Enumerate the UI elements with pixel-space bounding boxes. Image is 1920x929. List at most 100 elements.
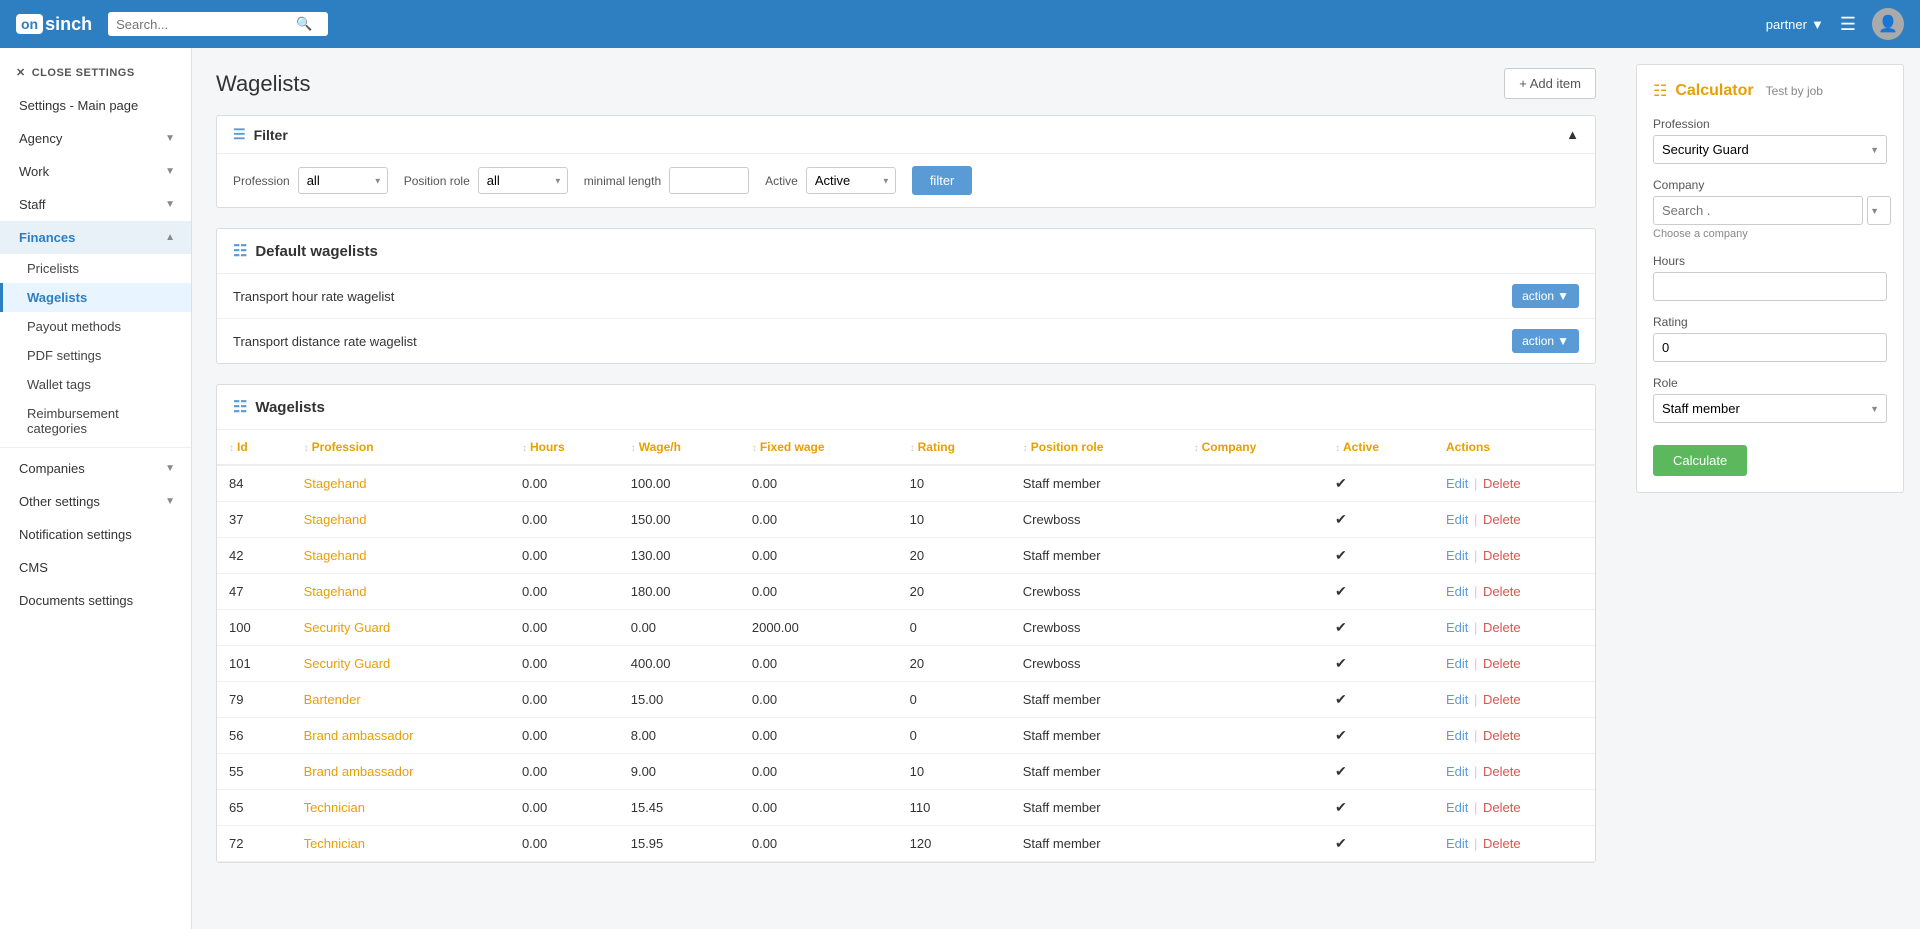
- profession-link-6[interactable]: Bartender: [304, 692, 361, 707]
- edit-link-0[interactable]: Edit: [1446, 476, 1468, 491]
- sidebar-item-documents-settings[interactable]: Documents settings: [0, 584, 191, 617]
- sidebar-item-companies[interactable]: Companies ▼: [0, 452, 191, 485]
- profession-link-7[interactable]: Brand ambassador: [304, 728, 414, 743]
- sort-rating-icon: ↕: [910, 443, 915, 454]
- calc-rating-input[interactable]: [1653, 333, 1887, 362]
- edit-link-1[interactable]: Edit: [1446, 512, 1468, 527]
- col-header-active[interactable]: ↕Active: [1323, 430, 1434, 465]
- cell-id-2: 42: [217, 538, 292, 574]
- default-row-1: Transport distance rate wagelist action …: [217, 319, 1595, 363]
- edit-link-2[interactable]: Edit: [1446, 548, 1468, 563]
- sidebar-item-finances[interactable]: Finances ▲: [0, 221, 191, 254]
- calc-company-dropdown[interactable]: [1867, 196, 1891, 225]
- col-header-fixed-wage[interactable]: ↕Fixed wage: [740, 430, 898, 465]
- user-avatar[interactable]: 👤: [1872, 8, 1904, 40]
- profession-link-9[interactable]: Technician: [304, 800, 365, 815]
- sidebar-item-other-settings[interactable]: Other settings ▼: [0, 485, 191, 518]
- filter-profession-select[interactable]: all: [298, 167, 388, 194]
- calc-profession-select-wrap: Security Guard: [1653, 135, 1887, 164]
- filter-button[interactable]: filter: [912, 166, 973, 195]
- sidebar-item-agency[interactable]: Agency ▼: [0, 122, 191, 155]
- delete-link-6[interactable]: Delete: [1483, 692, 1521, 707]
- delete-link-3[interactable]: Delete: [1483, 584, 1521, 599]
- col-header-wage-h[interactable]: ↕Wage/h: [619, 430, 740, 465]
- sidebar-sub-wallet-tags[interactable]: Wallet tags: [0, 370, 191, 399]
- delete-link-5[interactable]: Delete: [1483, 656, 1521, 671]
- filter-active-select[interactable]: Active: [806, 167, 896, 194]
- delete-link-10[interactable]: Delete: [1483, 836, 1521, 851]
- cell-wage-h-10: 15.95: [619, 826, 740, 862]
- delete-link-1[interactable]: Delete: [1483, 512, 1521, 527]
- cell-position-role-2: Staff member: [1011, 538, 1182, 574]
- delete-link-2[interactable]: Delete: [1483, 548, 1521, 563]
- cell-wage-h-3: 180.00: [619, 574, 740, 610]
- sidebar-item-settings-main[interactable]: Settings - Main page: [0, 89, 191, 122]
- col-header-hours[interactable]: ↕Hours: [510, 430, 619, 465]
- delete-link-0[interactable]: Delete: [1483, 476, 1521, 491]
- sidebar-sub-pricelists[interactable]: Pricelists: [0, 254, 191, 283]
- filter-position-role-select[interactable]: all: [478, 167, 568, 194]
- search-input[interactable]: [116, 17, 296, 32]
- sidebar-item-staff[interactable]: Staff ▼: [0, 188, 191, 221]
- delete-link-8[interactable]: Delete: [1483, 764, 1521, 779]
- edit-link-4[interactable]: Edit: [1446, 620, 1468, 635]
- edit-link-9[interactable]: Edit: [1446, 800, 1468, 815]
- profession-link-10[interactable]: Technician: [304, 836, 365, 851]
- sidebar-item-notification-settings[interactable]: Notification settings: [0, 518, 191, 551]
- edit-link-7[interactable]: Edit: [1446, 728, 1468, 743]
- default-row-1-action-button[interactable]: action ▼: [1512, 329, 1579, 353]
- cell-hours-4: 0.00: [510, 610, 619, 646]
- sidebar-sub-pdf-settings[interactable]: PDF settings: [0, 341, 191, 370]
- search-bar[interactable]: 🔍: [108, 12, 328, 36]
- calculate-button[interactable]: Calculate: [1653, 445, 1747, 476]
- cell-fixed-wage-6: 0.00: [740, 682, 898, 718]
- split-view-icon[interactable]: ☰: [1840, 14, 1856, 35]
- profession-link-8[interactable]: Brand ambassador: [304, 764, 414, 779]
- edit-link-3[interactable]: Edit: [1446, 584, 1468, 599]
- profession-link-4[interactable]: Security Guard: [304, 620, 391, 635]
- cell-position-role-6: Staff member: [1011, 682, 1182, 718]
- delete-link-7[interactable]: Delete: [1483, 728, 1521, 743]
- col-header-profession[interactable]: ↕Profession: [292, 430, 510, 465]
- logo-sinch: sinch: [45, 14, 92, 35]
- active-check-icon: ✔: [1335, 727, 1347, 743]
- edit-link-10[interactable]: Edit: [1446, 836, 1468, 851]
- default-row-0-action-button[interactable]: action ▼: [1512, 284, 1579, 308]
- search-icon: 🔍: [296, 16, 312, 32]
- col-header-company[interactable]: ↕Company: [1182, 430, 1323, 465]
- filter-header[interactable]: ☰ Filter ▲: [217, 116, 1595, 153]
- logo[interactable]: onsinch: [16, 14, 92, 35]
- delete-link-4[interactable]: Delete: [1483, 620, 1521, 635]
- sidebar-sub-reimbursement[interactable]: Reimbursement categories: [0, 399, 191, 443]
- sidebar-sub-wagelists[interactable]: Wagelists: [0, 283, 191, 312]
- calc-profession-select[interactable]: Security Guard: [1653, 135, 1887, 164]
- col-header-rating[interactable]: ↕Rating: [898, 430, 1011, 465]
- sidebar-item-work[interactable]: Work ▼: [0, 155, 191, 188]
- profession-link-5[interactable]: Security Guard: [304, 656, 391, 671]
- calc-role-select[interactable]: Staff member: [1653, 394, 1887, 423]
- profession-link-2[interactable]: Stagehand: [304, 548, 367, 563]
- sidebar-sub-payout-methods[interactable]: Payout methods: [0, 312, 191, 341]
- calc-hours-input[interactable]: [1653, 272, 1887, 301]
- filter-minimal-length-input[interactable]: [669, 167, 749, 194]
- col-header-id[interactable]: ↕Id: [217, 430, 292, 465]
- partner-dropdown[interactable]: partner ▼: [1766, 17, 1824, 32]
- edit-link-6[interactable]: Edit: [1446, 692, 1468, 707]
- delete-link-9[interactable]: Delete: [1483, 800, 1521, 815]
- calc-company-search-input[interactable]: [1653, 196, 1863, 225]
- cell-company-5: [1182, 646, 1323, 682]
- add-item-button[interactable]: + Add item: [1504, 68, 1596, 99]
- col-header-position-role[interactable]: ↕Position role: [1011, 430, 1182, 465]
- default-row-0-name: Transport hour rate wagelist: [233, 289, 394, 304]
- edit-link-5[interactable]: Edit: [1446, 656, 1468, 671]
- filter-collapse-icon[interactable]: ▲: [1566, 127, 1579, 142]
- pipe-0: |: [1474, 476, 1481, 491]
- edit-link-8[interactable]: Edit: [1446, 764, 1468, 779]
- active-check-icon: ✔: [1335, 547, 1347, 563]
- filter-body: Profession all Position role all: [217, 153, 1595, 207]
- profession-link-3[interactable]: Stagehand: [304, 584, 367, 599]
- close-settings-button[interactable]: ✕ CLOSE SETTINGS: [0, 56, 191, 89]
- profession-link-0[interactable]: Stagehand: [304, 476, 367, 491]
- sidebar-item-cms[interactable]: CMS: [0, 551, 191, 584]
- profession-link-1[interactable]: Stagehand: [304, 512, 367, 527]
